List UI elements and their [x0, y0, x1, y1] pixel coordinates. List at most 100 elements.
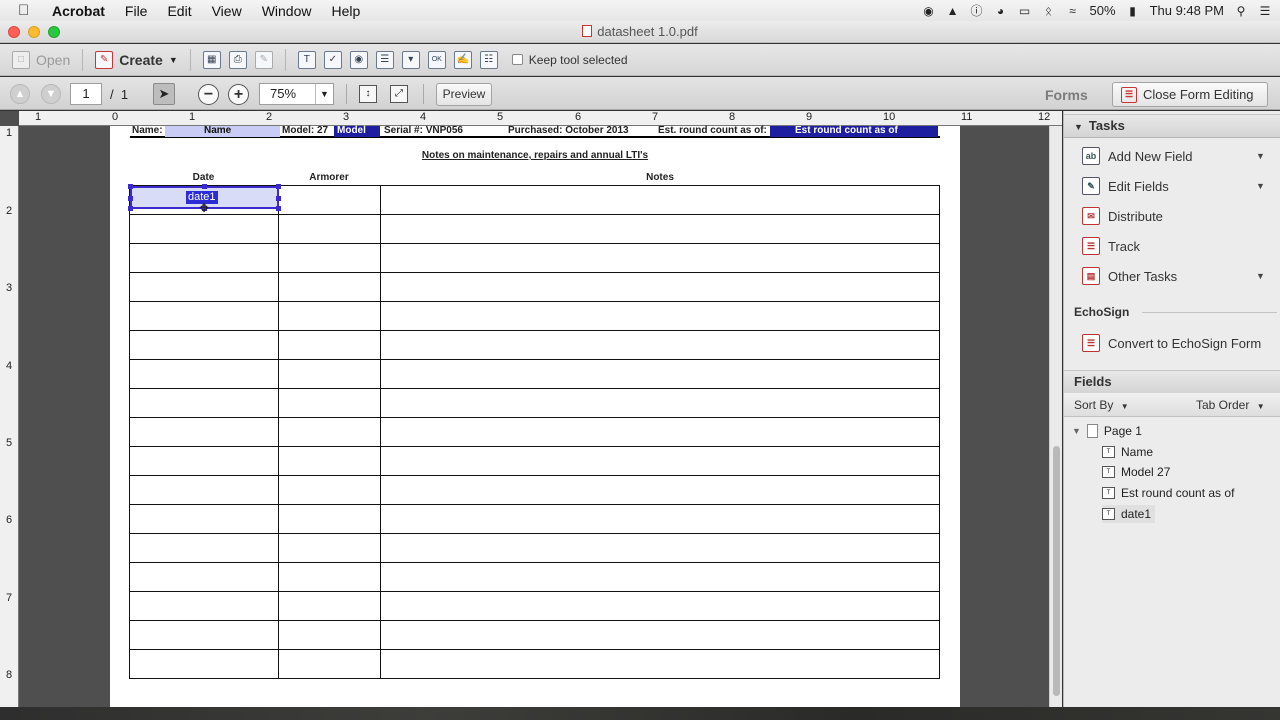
tasks-section-header[interactable]: ▼ Tasks [1064, 114, 1280, 138]
wifi-icon[interactable]: ≈ [1066, 4, 1080, 18]
task-distribute[interactable]: ✉ Distribute [1082, 206, 1163, 226]
menu-view[interactable]: View [212, 3, 242, 19]
table-row [129, 620, 941, 650]
task-track[interactable]: ☰ Track [1082, 236, 1140, 256]
track-icon: ☰ [1082, 237, 1100, 255]
resize-handle[interactable] [276, 196, 281, 201]
sort-by-dropdown[interactable]: Sort By ▼ [1074, 398, 1129, 412]
task-add-new-field[interactable]: ab Add New Field [1082, 146, 1193, 166]
model-form-field[interactable]: Model [334, 125, 380, 137]
next-page-button[interactable]: ▼ [41, 84, 61, 104]
keep-tool-selected[interactable]: Keep tool selected [511, 53, 628, 67]
resize-handle[interactable] [202, 184, 207, 189]
page-total-value: 1 [120, 87, 129, 102]
name-form-field[interactable]: Name [165, 125, 280, 137]
tree-field-est-round-count[interactable]: T Est round count as of [1102, 484, 1234, 502]
tree-field-model[interactable]: T Model 27 [1102, 463, 1170, 481]
radio-button-tool[interactable]: ◉ [346, 48, 372, 72]
ruler-h-number: 4 [420, 111, 427, 123]
pdf-page[interactable]: Name: Name Model: 27 Model Serial #: VNP… [110, 125, 960, 707]
barcode-tool[interactable]: ☷ [476, 48, 502, 72]
chevron-down-icon[interactable]: ▼ [1256, 271, 1265, 281]
document-area[interactable]: 1 0 1 2 3 4 5 6 7 8 9 10 11 12 1 2 3 4 5… [0, 111, 1062, 707]
sign-button[interactable]: ✎ [251, 48, 277, 72]
menu-edit[interactable]: Edit [167, 3, 191, 19]
notification-center-icon[interactable]: ☰ [1258, 4, 1272, 18]
tab-order-dropdown[interactable]: Tab Order ▼ [1196, 398, 1265, 412]
zoom-in-button[interactable]: + [228, 84, 249, 105]
bluetooth-icon[interactable]: ᛟ [1042, 4, 1056, 18]
close-form-editing-button[interactable]: ☰ Close Form Editing [1112, 82, 1268, 107]
scrollbar-thumb[interactable] [1053, 446, 1060, 696]
vertical-scrollbar[interactable] [1049, 126, 1062, 707]
record-icon[interactable]: ◉ [922, 4, 936, 18]
page-number-input[interactable]: 1 [70, 83, 102, 105]
est-round-count-form-field[interactable]: Est round count as of [770, 125, 938, 137]
dropdown-tool[interactable]: ▾ [398, 48, 424, 72]
table-cell [277, 475, 381, 505]
save-button[interactable]: ▦ [199, 48, 225, 72]
convert-echosign-form[interactable]: ☰ Convert to EchoSign Form [1082, 333, 1261, 353]
toolbar-separator [284, 48, 286, 71]
resize-handle[interactable] [128, 196, 133, 201]
toolbar-separator [82, 48, 84, 71]
table-cell [379, 359, 941, 389]
table-cell [277, 243, 381, 273]
table-row [129, 446, 941, 476]
spotlight-search-icon[interactable]: ⚲ [1234, 4, 1248, 18]
zoom-select[interactable]: 75% ▼ [259, 83, 334, 105]
table-row [129, 243, 941, 273]
disclosure-down-icon[interactable]: ▼ [1072, 426, 1081, 436]
menu-help[interactable]: Help [331, 3, 360, 19]
tree-field-date1[interactable]: T date1 [1102, 505, 1156, 523]
menu-window[interactable]: Window [262, 3, 312, 19]
list-box-tool[interactable]: ☰ [372, 48, 398, 72]
keep-tool-checkbox[interactable] [511, 54, 523, 65]
resize-handle[interactable] [128, 184, 133, 189]
apple-menu-icon[interactable]:  [18, 2, 38, 19]
select-tool-button[interactable]: ➤ [153, 83, 175, 105]
table-cell [379, 649, 941, 679]
table-cell [379, 446, 941, 476]
table-cell [277, 185, 381, 215]
pdf-file-icon [582, 25, 593, 37]
create-button[interactable]: ✎ Create ▼ [91, 48, 182, 72]
task-other-tasks[interactable]: ▤ Other Tasks [1082, 266, 1177, 286]
table-cell [277, 330, 381, 360]
resize-handle[interactable] [276, 206, 281, 211]
chevron-down-icon[interactable]: ▼ [1256, 151, 1265, 161]
button-tool[interactable]: OK [424, 48, 450, 72]
menu-file[interactable]: File [125, 3, 148, 19]
preview-button[interactable]: Preview [436, 83, 492, 106]
drive-icon[interactable]: ▲ [946, 4, 960, 18]
battery-icon[interactable]: ▮ [1126, 4, 1140, 18]
fit-width-button[interactable]: ↕ [359, 85, 377, 103]
zoom-out-button[interactable]: − [198, 84, 219, 105]
text-field-tool[interactable]: T [294, 48, 320, 72]
chevron-down-icon[interactable]: ▼ [1256, 181, 1265, 191]
checkbox-tool[interactable]: ✓ [320, 48, 346, 72]
plus-icon: + [233, 85, 244, 103]
resize-handle[interactable] [276, 184, 281, 189]
radio-button-icon: ◉ [349, 50, 368, 69]
tree-page-1[interactable]: ▼ Page 1 [1072, 422, 1142, 440]
ruler-h-number: 11 [961, 111, 973, 123]
sync-icon[interactable]: ◕ [994, 4, 1008, 18]
task-edit-fields[interactable]: ✎ Edit Fields [1082, 176, 1169, 196]
table-cell [379, 301, 941, 331]
open-button[interactable]: □ Open [8, 48, 74, 72]
menu-app-name[interactable]: Acrobat [52, 3, 105, 19]
info-icon[interactable]: ⓘ [970, 4, 984, 18]
ruler-h-number: 1 [35, 111, 42, 123]
battery-percent: 50% [1089, 3, 1116, 18]
ruler-h-number: 6 [575, 111, 582, 123]
print-button[interactable]: ⎙ [225, 48, 251, 72]
fit-page-button[interactable]: ⤢ [390, 85, 408, 103]
resize-handle[interactable] [128, 206, 133, 211]
airplay-icon[interactable]: ▭ [1018, 4, 1032, 18]
tree-field-name[interactable]: T Name [1102, 443, 1153, 461]
signature-field-tool[interactable]: ✍ [450, 48, 476, 72]
clock[interactable]: Thu 9:48 PM [1150, 3, 1224, 18]
ok-button-icon: OK [427, 50, 446, 69]
previous-page-button[interactable]: ▲ [10, 84, 30, 104]
